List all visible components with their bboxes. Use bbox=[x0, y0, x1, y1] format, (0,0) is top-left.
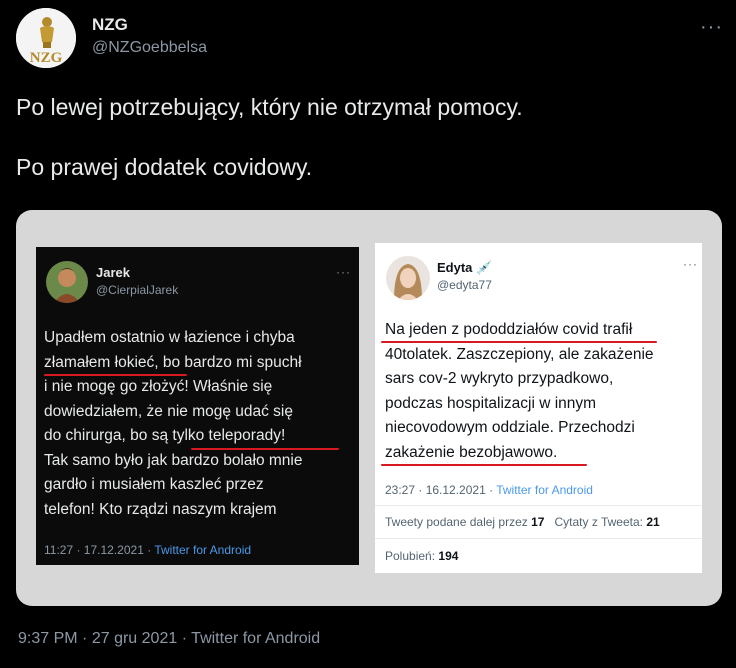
author-handle[interactable]: @NZGoebbelsa bbox=[92, 39, 207, 57]
tweet-time[interactable]: 9:37 PM bbox=[18, 630, 78, 647]
more-dots-icon[interactable]: ··· bbox=[700, 16, 723, 39]
divider bbox=[375, 505, 702, 506]
retweets-label: Tweety podane dalej przez bbox=[385, 515, 528, 529]
edyta-name: Edyta bbox=[437, 260, 473, 275]
jarek-name: Jarek bbox=[96, 265, 130, 280]
separator: · bbox=[82, 630, 88, 647]
underline-teleporady bbox=[191, 448, 339, 450]
right-more-icon: ··· bbox=[683, 257, 698, 271]
edyta-name-row: Edyta 💉 bbox=[437, 260, 492, 276]
edyta-engagement-row: Tweety podane dalej przez 17 Cytaty z Tw… bbox=[385, 515, 660, 529]
author-avatar[interactable]: NZG bbox=[16, 8, 76, 68]
separator: · bbox=[181, 630, 188, 647]
underline-bezobjawowo bbox=[381, 464, 587, 466]
edyta-source: Twitter for Android bbox=[496, 483, 593, 497]
quotes-value: 21 bbox=[646, 515, 660, 529]
tweet-text: Po lewej potrzebujący, który nie otrzyma… bbox=[16, 94, 523, 180]
quotes-label: Cytaty z Tweeta: bbox=[554, 515, 643, 529]
tweet-footer-meta: 9:37 PM · 27 gru 2021 · Twitter for Andr… bbox=[18, 630, 320, 648]
underline-covid bbox=[381, 341, 657, 343]
edyta-likes-row: Polubień: 194 bbox=[385, 549, 458, 563]
tweet-source[interactable]: Twitter for Android bbox=[191, 630, 320, 647]
tweet-date[interactable]: 27 gru 2021 bbox=[92, 630, 177, 647]
underline-lokiec bbox=[44, 374, 187, 376]
syringe-icon: 💉 bbox=[476, 260, 493, 275]
jarek-source: Twitter for Android bbox=[154, 543, 252, 557]
left-more-icon: ··· bbox=[336, 265, 351, 279]
edyta-timestamp: 23:27 · 16.12.2021 · bbox=[385, 483, 494, 497]
likes-label: Polubień: bbox=[385, 549, 436, 563]
edyta-meta: 23:27 · 16.12.2021 · Twitter for Android bbox=[385, 483, 593, 497]
tweet-media-image[interactable]: Jarek @CierpialJarek ··· Upadłem ostatni… bbox=[16, 210, 722, 606]
edyta-handle: @edyta77 bbox=[437, 278, 492, 292]
left-tweet-screenshot: Jarek @CierpialJarek ··· Upadłem ostatni… bbox=[36, 247, 359, 565]
nzg-logo-icon: NZG bbox=[16, 8, 76, 68]
jarek-timestamp: 11:27 · 17.12.2021 · bbox=[44, 543, 152, 557]
author-name[interactable]: NZG bbox=[92, 15, 128, 35]
right-tweet-screenshot: Edyta 💉 @edyta77 ··· Na jeden z pododdzi… bbox=[375, 243, 702, 573]
jarek-meta: 11:27 · 17.12.2021 · Twitter for Android bbox=[44, 543, 251, 557]
jarek-avatar bbox=[46, 261, 88, 303]
jarek-handle: @CierpialJarek bbox=[96, 283, 179, 297]
divider bbox=[375, 538, 702, 539]
svg-text:NZG: NZG bbox=[30, 50, 63, 66]
likes-value: 194 bbox=[438, 549, 459, 563]
edyta-avatar bbox=[386, 256, 430, 300]
retweets-value: 17 bbox=[531, 515, 545, 529]
jarek-tweet-body: Upadłem ostatnio w łazience i chyba złam… bbox=[44, 329, 303, 518]
